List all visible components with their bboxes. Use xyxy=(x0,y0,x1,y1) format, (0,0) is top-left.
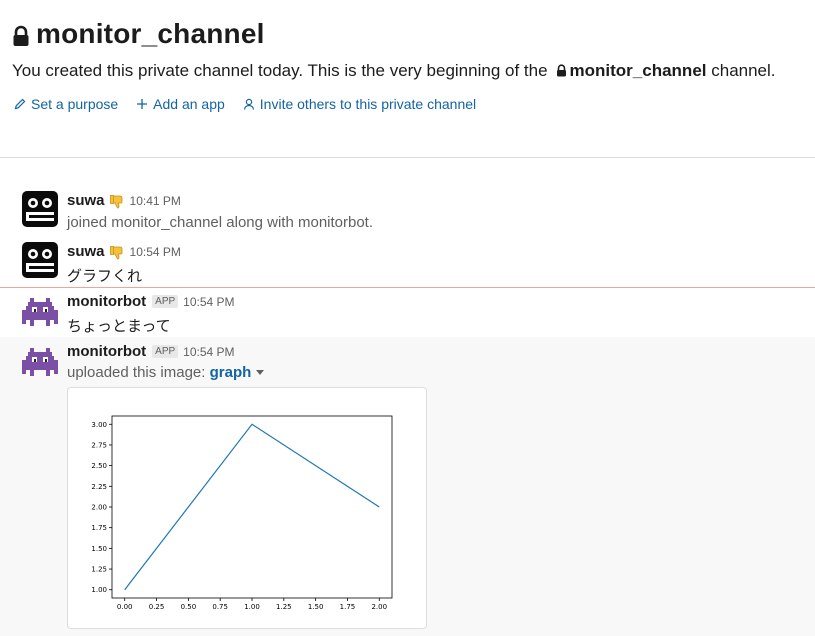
x-tick-label: 0.75 xyxy=(212,603,228,611)
message-timestamp[interactable]: 10:41 PM xyxy=(130,194,181,208)
space-invader-avatar[interactable] xyxy=(22,294,58,330)
intro-text: You created this private channel today. … xyxy=(12,61,548,80)
robot-face-avatar[interactable] xyxy=(22,191,58,227)
y-tick-label: 1.00 xyxy=(91,586,107,594)
message-author[interactable]: monitorbot xyxy=(67,343,146,360)
person-icon xyxy=(243,98,254,110)
x-tick-label: 1.50 xyxy=(308,603,324,611)
uploaded-image[interactable]: 0.00 0.25 0.50 0.75 1.00 1.25 1.50 1.75 2.00 1.0… xyxy=(67,387,427,629)
message-meta: suwa 10:41 PM xyxy=(67,192,181,209)
lock-icon xyxy=(13,25,29,46)
message-meta: suwa 10:54 PM xyxy=(67,243,181,260)
file-name-link[interactable]: graph xyxy=(210,364,252,381)
y-tick-label: 1.25 xyxy=(91,566,107,574)
y-tick-label: 2.00 xyxy=(91,504,107,512)
x-tick-label: 0.50 xyxy=(181,603,197,611)
y-tick-label: 1.75 xyxy=(91,524,107,532)
x-tick-label: 1.25 xyxy=(276,603,292,611)
channel-intro: You created this private channel today. … xyxy=(12,61,776,81)
lock-icon xyxy=(556,64,566,77)
channel-title-row: monitor_channel xyxy=(12,14,815,54)
message-meta: monitorbot APP 10:54 PM xyxy=(67,343,235,360)
thumbs-down-emoji-icon xyxy=(109,194,122,208)
x-axis-ticks: 0.00 0.25 0.50 0.75 1.00 1.25 1.50 1.75 2.00 xyxy=(117,598,387,611)
plus-icon xyxy=(137,99,148,109)
message-timestamp[interactable]: 10:54 PM xyxy=(130,245,181,259)
line-chart: 0.00 0.25 0.50 0.75 1.00 1.25 1.50 1.75 2.00 1.0… xyxy=(91,415,393,611)
y-tick-label: 1.50 xyxy=(91,545,107,553)
channel-header: monitor_channel xyxy=(12,14,815,54)
message-timestamp[interactable]: 10:54 PM xyxy=(183,295,234,309)
channel-title: monitor_channel xyxy=(36,18,265,49)
message-author[interactable]: suwa xyxy=(67,243,105,260)
x-tick-label: 1.00 xyxy=(244,603,260,611)
message-text: ちょっとまって xyxy=(67,318,171,335)
upload-text: uploaded this image: xyxy=(67,364,206,381)
channel-actions: Set a purpose Add an app Invite others t… xyxy=(14,96,476,112)
y-tick-label: 2.75 xyxy=(91,441,107,449)
x-tick-label: 0.25 xyxy=(149,603,165,611)
message-text: uploaded this image: graph xyxy=(67,364,265,381)
app-badge: APP xyxy=(152,295,179,308)
pencil-icon xyxy=(14,98,26,110)
y-tick-label: 3.00 xyxy=(91,421,107,429)
x-tick-label: 2.00 xyxy=(371,603,387,611)
thumbs-down-emoji-icon xyxy=(109,245,122,259)
add-app-link[interactable]: Add an app xyxy=(136,96,225,112)
message-timestamp[interactable]: 10:54 PM xyxy=(183,345,234,359)
x-tick-label: 0.00 xyxy=(117,603,133,611)
space-invader-avatar[interactable] xyxy=(22,344,58,380)
message-text: joined monitor_channel along with monito… xyxy=(67,214,374,231)
plot-frame xyxy=(111,415,393,599)
message-item[interactable]: monitorbot APP 10:54 PM ちょっとまって xyxy=(0,288,815,336)
y-tick-label: 2.50 xyxy=(91,462,107,470)
robot-face-avatar[interactable] xyxy=(22,242,58,278)
message-text: グラフくれ xyxy=(67,268,143,285)
app-badge: APP xyxy=(152,345,179,358)
y-axis-ticks: 1.00 1.25 1.50 1.75 2.00 2.25 2.50 2.75 3.00 xyxy=(91,421,112,594)
intro-channel-name: monitor_channel xyxy=(569,61,707,80)
set-purpose-label: Set a purpose xyxy=(31,96,119,112)
set-purpose-link[interactable]: Set a purpose xyxy=(14,96,118,112)
intro-suffix: channel. xyxy=(711,61,776,80)
invite-others-link[interactable]: Invite others to this private channel xyxy=(243,96,476,112)
chevron-down-icon[interactable] xyxy=(256,370,265,375)
add-app-label: Add an app xyxy=(153,96,225,112)
invite-others-label: Invite others to this private channel xyxy=(259,96,477,112)
header-divider xyxy=(0,157,815,158)
x-tick-label: 1.75 xyxy=(340,603,356,611)
y-tick-label: 2.25 xyxy=(91,483,107,491)
message-meta: monitorbot APP 10:54 PM xyxy=(67,293,235,310)
message-item[interactable]: suwa 10:54 PM グラフくれ xyxy=(0,237,815,285)
message-author[interactable]: monitorbot xyxy=(67,293,146,310)
message-item[interactable]: suwa 10:41 PM joined monitor_channel alo… xyxy=(0,186,815,236)
message-author[interactable]: suwa xyxy=(67,192,105,209)
